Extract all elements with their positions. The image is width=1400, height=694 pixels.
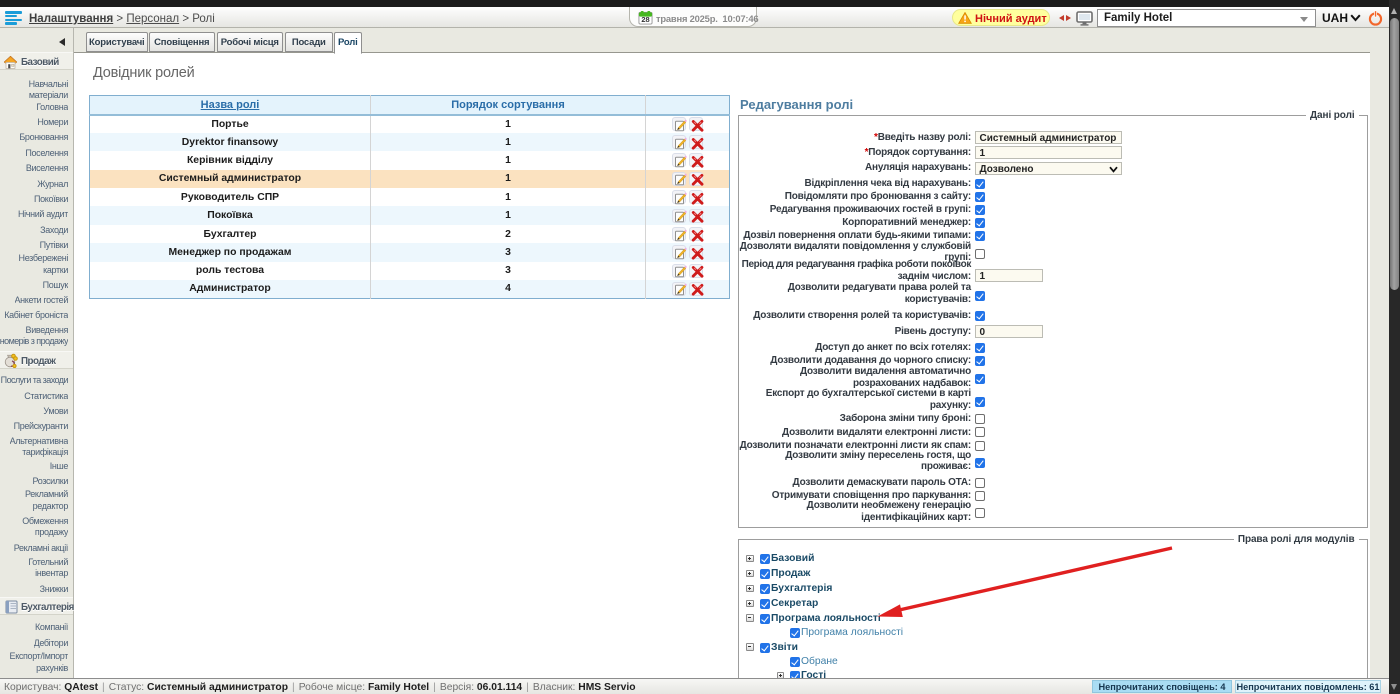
svg-text:28: 28 (641, 15, 649, 24)
